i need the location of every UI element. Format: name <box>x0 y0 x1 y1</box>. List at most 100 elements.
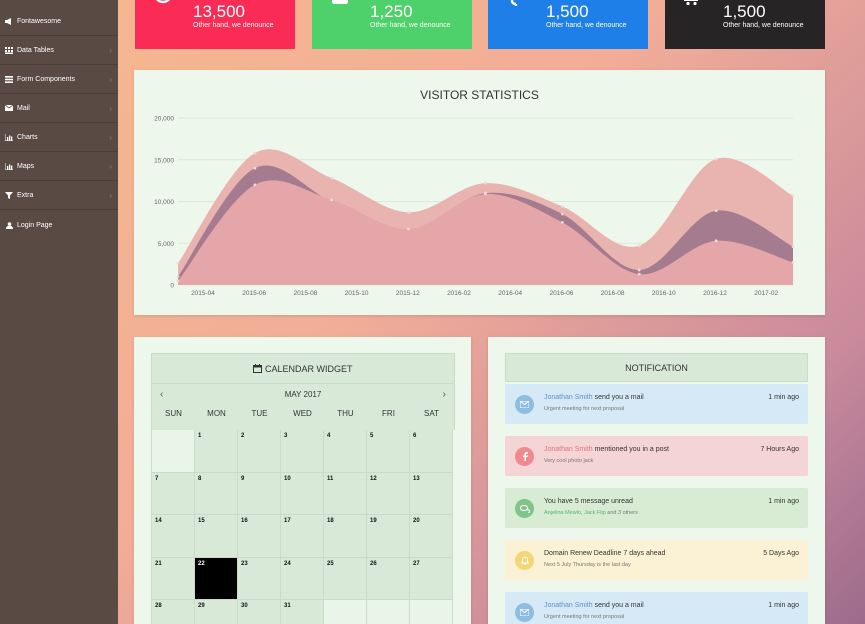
notification-item[interactable]: Jonathan Smith send you a mail Urgent me… <box>505 592 808 624</box>
calendar-day-cell[interactable]: 15 <box>195 515 238 558</box>
calendar-day-cell[interactable]: 21 <box>152 557 195 600</box>
target-icon <box>156 0 170 4</box>
calendar-day-cell[interactable]: 25 <box>324 557 367 600</box>
data-point <box>484 192 487 196</box>
notif-icon-circle <box>515 603 534 622</box>
data-point <box>176 275 180 279</box>
chevron-right-icon: › <box>109 45 112 55</box>
calendar-day-cell[interactable]: 10 <box>281 472 324 515</box>
day-of-week-label: MON <box>207 409 226 418</box>
calendar-day-cell[interactable]: 7 <box>152 472 195 515</box>
day-of-week-label: SUN <box>165 409 182 418</box>
sidebar-item-label: Form Components <box>17 75 75 83</box>
calendar-day-cell[interactable]: 29 <box>195 600 238 624</box>
box-icon <box>332 0 348 4</box>
calendar-day-cell[interactable]: 17 <box>281 515 324 558</box>
sidebar-item-label: Fontawesome <box>17 17 61 25</box>
calendar-day-cell[interactable]: 16 <box>238 515 281 558</box>
notif-user-link[interactable]: Jack Flip <box>584 510 606 516</box>
calendar-day-cell[interactable]: 9 <box>238 472 281 515</box>
sidebar-item-maps[interactable]: Maps › <box>0 155 118 177</box>
calendar-day-cell[interactable]: 24 <box>281 557 324 600</box>
grid-icon <box>4 46 14 54</box>
notif-user-link[interactable]: Jonathan Smith <box>544 394 593 401</box>
data-point <box>407 227 411 231</box>
calendar-day-cell[interactable]: 22 <box>195 557 238 600</box>
stat-subtitle: Other hand, we denounce <box>370 22 451 29</box>
calendar-day-cell[interactable]: 28 <box>152 600 195 624</box>
chevron-right-icon: › <box>109 161 112 171</box>
data-point <box>330 198 334 202</box>
calendar-day-cell[interactable]: 30 <box>238 600 281 624</box>
calendar-day-cell[interactable]: 27 <box>410 557 453 600</box>
stat-subtitle: Other hand, we denounce <box>723 22 804 29</box>
x-tick-label: 2016-08 <box>601 290 625 297</box>
calendar-day-cell[interactable]: 18 <box>324 515 367 558</box>
calendar-day-cell[interactable]: 3 <box>281 430 324 473</box>
notif-time: 1 min ago <box>768 602 799 609</box>
calendar-day-cell[interactable]: 5 <box>367 430 410 473</box>
sidebar-item-label: Maps <box>17 162 35 170</box>
notif-user-link[interactable]: Jonathan Smith <box>544 602 593 609</box>
stat-value: 13,500 <box>193 2 245 21</box>
sidebar-item-mail[interactable]: Mail › <box>0 97 118 119</box>
calendar-day-cell[interactable]: 12 <box>367 472 410 515</box>
x-tick-label: 2016-04 <box>498 290 522 297</box>
sidebar-item-extra[interactable]: Extra › <box>0 184 118 206</box>
notification-item[interactable]: Domain Renew Deadline 7 days ahead Next … <box>505 540 808 580</box>
sidebar-item-login-page[interactable]: Login Page <box>0 214 118 236</box>
stat-card: 13,500 Other hand, we denounce <box>135 0 295 49</box>
calendar-day-cell[interactable]: 26 <box>367 557 410 600</box>
notification-item[interactable]: You have 5 message unread Anjelina Mewlo… <box>505 488 808 528</box>
notif-user-link[interactable]: Jonathan Smith <box>544 446 593 453</box>
list-icon <box>4 75 14 83</box>
data-point <box>253 166 257 170</box>
calendar-empty-cell <box>324 600 367 624</box>
calendar-day-cell[interactable]: 4 <box>324 430 367 473</box>
sidebar-item-form-components[interactable]: Form Components › <box>0 68 118 90</box>
cart-icon <box>684 0 698 6</box>
data-point <box>791 194 795 198</box>
sidebar-item-charts[interactable]: Charts › <box>0 126 118 148</box>
notif-user-link[interactable]: Anjelina Mewlo <box>544 510 581 516</box>
calendar-day-cell[interactable]: 19 <box>367 515 410 558</box>
calendar-day-cell[interactable]: 20 <box>410 515 453 558</box>
notif-icon-circle <box>515 395 534 414</box>
notif-time: 1 min ago <box>768 394 799 401</box>
envelope-icon <box>520 401 529 408</box>
next-month-button[interactable]: › <box>443 389 446 400</box>
calendar-month: MAY 2017 <box>284 390 322 399</box>
data-point <box>330 176 334 180</box>
notification-item[interactable]: Jonathan Smith send you a mail Urgent me… <box>505 384 808 424</box>
calendar-icon <box>253 364 263 373</box>
data-point <box>791 245 795 248</box>
notif-icon-circle <box>515 447 534 466</box>
x-tick-label: 2015-06 <box>242 290 266 297</box>
stat-subtitle: Other hand, we denounce <box>546 22 627 29</box>
calendar-month-row: ‹ MAY 2017 › SUN MON TUE WED THU FRI SAT <box>151 384 455 430</box>
x-tick-label: 2016-10 <box>652 290 676 297</box>
sidebar-item-fontawesome[interactable]: Fontawesome <box>0 10 118 32</box>
sidebar-item-data-tables[interactable]: Data Tables › <box>0 39 118 61</box>
calendar-day-cell[interactable]: 13 <box>410 472 453 515</box>
sidebar: Fontawesome Data Tables › Form Component… <box>0 0 118 624</box>
calendar-grid: 1 2 3 4 5 6 7 8 9 10 11 12 13 14 15 16 17 18 19 20 21 22 23 24 2… <box>151 430 455 624</box>
y-tick-label: 10,000 <box>154 199 174 206</box>
calendar-day-cell[interactable]: 1 <box>195 430 238 473</box>
calendar-day-cell[interactable]: 11 <box>324 472 367 515</box>
notif-subtitle: Very cool photo jack <box>544 458 594 464</box>
notif-icon-circle <box>515 551 534 570</box>
calendar-day-cell[interactable]: 6 <box>410 430 453 473</box>
calendar-day-cell[interactable]: 31 <box>281 600 324 624</box>
calendar-day-cell[interactable]: 23 <box>238 557 281 600</box>
notif-others: and 3 others <box>605 510 638 516</box>
calendar-day-cell[interactable]: 8 <box>195 472 238 515</box>
calendar-title: CALENDAR WIDGET <box>265 364 353 374</box>
calendar-day-cell[interactable]: 2 <box>238 430 281 473</box>
notification-item[interactable]: Jonathan Smith mentioned you in a post V… <box>505 436 808 476</box>
filter-icon <box>4 191 14 199</box>
calendar-day-cell[interactable]: 14 <box>152 515 195 558</box>
x-tick-label: 2015-04 <box>191 290 215 297</box>
day-of-week-label: SAT <box>424 409 439 418</box>
bullhorn-icon <box>4 17 14 25</box>
